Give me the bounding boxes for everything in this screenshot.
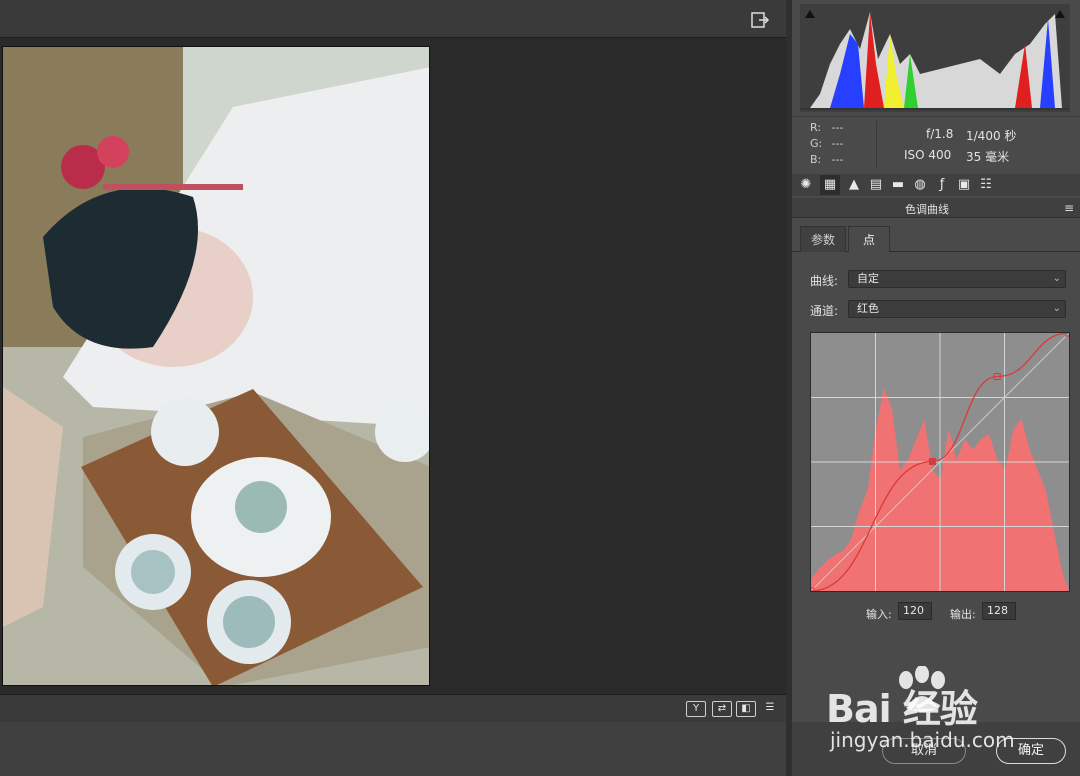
swap-icon[interactable]: ⇄ bbox=[712, 701, 732, 717]
right-panel: R: --- G: --- B: --- f/1.8 1/400 秒 ISO 4… bbox=[786, 0, 1080, 776]
lens-panel-icon[interactable]: ◍ bbox=[910, 175, 930, 195]
tab-point[interactable]: 点 bbox=[848, 226, 890, 252]
curve-label: 曲线: bbox=[810, 274, 839, 288]
b-readout: B: --- bbox=[810, 153, 844, 166]
channel-value: 红色 bbox=[857, 302, 879, 315]
focal-length: 35 毫米 bbox=[966, 150, 1010, 164]
tab-parametric[interactable]: 参数 bbox=[800, 226, 846, 252]
preview-photo bbox=[2, 46, 430, 686]
curve-control-point[interactable] bbox=[928, 457, 936, 465]
g-readout: G: --- bbox=[810, 137, 844, 150]
detail-panel-icon[interactable]: ▲ bbox=[844, 175, 864, 195]
curve-tabs: 参数 点 bbox=[792, 226, 1080, 252]
chevron-down-icon: ⌄ bbox=[1052, 303, 1061, 314]
copy-settings-icon[interactable]: ◧ bbox=[736, 701, 756, 717]
histogram bbox=[800, 4, 1070, 112]
chevron-down-icon: ⌄ bbox=[1052, 273, 1061, 284]
r-readout: R: --- bbox=[810, 121, 844, 134]
iso: ISO 400 bbox=[904, 148, 952, 162]
open-object-icon[interactable] bbox=[750, 10, 770, 30]
panel-header: 色调曲线 ≡ bbox=[792, 198, 1080, 218]
menu-icon[interactable]: ≡ bbox=[1064, 201, 1074, 215]
presets-panel-icon[interactable]: ☷ bbox=[976, 175, 996, 195]
aperture: f/1.8 bbox=[926, 127, 954, 141]
top-toolbar bbox=[0, 0, 786, 38]
highlight-clipping-icon[interactable] bbox=[1054, 8, 1066, 18]
split-toning-panel-icon[interactable]: ▬ bbox=[888, 175, 908, 195]
calibration-panel-icon[interactable]: ▣ bbox=[954, 175, 974, 195]
curve-preset-value: 自定 bbox=[857, 272, 879, 285]
workspace: Y ⇄ ◧ ☰ bbox=[0, 0, 786, 776]
output-field[interactable]: 128 bbox=[982, 602, 1016, 620]
channel-select[interactable]: 红色 ⌄ bbox=[848, 300, 1066, 318]
bottom-toolbar: Y ⇄ ◧ ☰ bbox=[0, 694, 786, 722]
curve-preset-select[interactable]: 自定 ⌄ bbox=[848, 270, 1066, 288]
channel-label: 通道: bbox=[810, 304, 839, 318]
info-divider bbox=[876, 121, 877, 169]
before-after-toggle-button[interactable]: Y bbox=[686, 701, 706, 717]
footer-bar bbox=[0, 722, 786, 776]
shutter-speed: 1/400 秒 bbox=[966, 129, 1017, 143]
tone-curve-editor[interactable] bbox=[807, 329, 1073, 595]
hsl-panel-icon[interactable]: ▤ bbox=[866, 175, 886, 195]
tone-curve-panel-icon[interactable]: ▦ bbox=[820, 175, 840, 195]
output-label: 输出: bbox=[950, 608, 976, 621]
shadow-clipping-icon[interactable] bbox=[804, 8, 816, 18]
cancel-button[interactable]: 取消 bbox=[882, 738, 966, 764]
image-canvas bbox=[0, 38, 786, 694]
curve-chart[interactable] bbox=[807, 329, 1073, 595]
input-field[interactable]: 120 bbox=[898, 602, 932, 620]
info-panel: R: --- G: --- B: --- f/1.8 1/400 秒 ISO 4… bbox=[792, 116, 1080, 172]
effects-panel-icon[interactable]: ƒ bbox=[932, 175, 952, 195]
before-after-label: Y bbox=[692, 703, 700, 714]
panel-title: 色调曲线 bbox=[905, 203, 949, 216]
preview-settings-icon[interactable]: ☰ bbox=[760, 701, 780, 717]
basic-panel-icon[interactable]: ✺ bbox=[796, 175, 816, 195]
ok-button[interactable]: 确定 bbox=[996, 738, 1066, 764]
panel-tabs-toolbar: ✺ ▦ ▲ ▤ ▬ ◍ ƒ ▣ ☷ bbox=[792, 174, 1080, 196]
input-label: 输入: bbox=[866, 608, 892, 621]
